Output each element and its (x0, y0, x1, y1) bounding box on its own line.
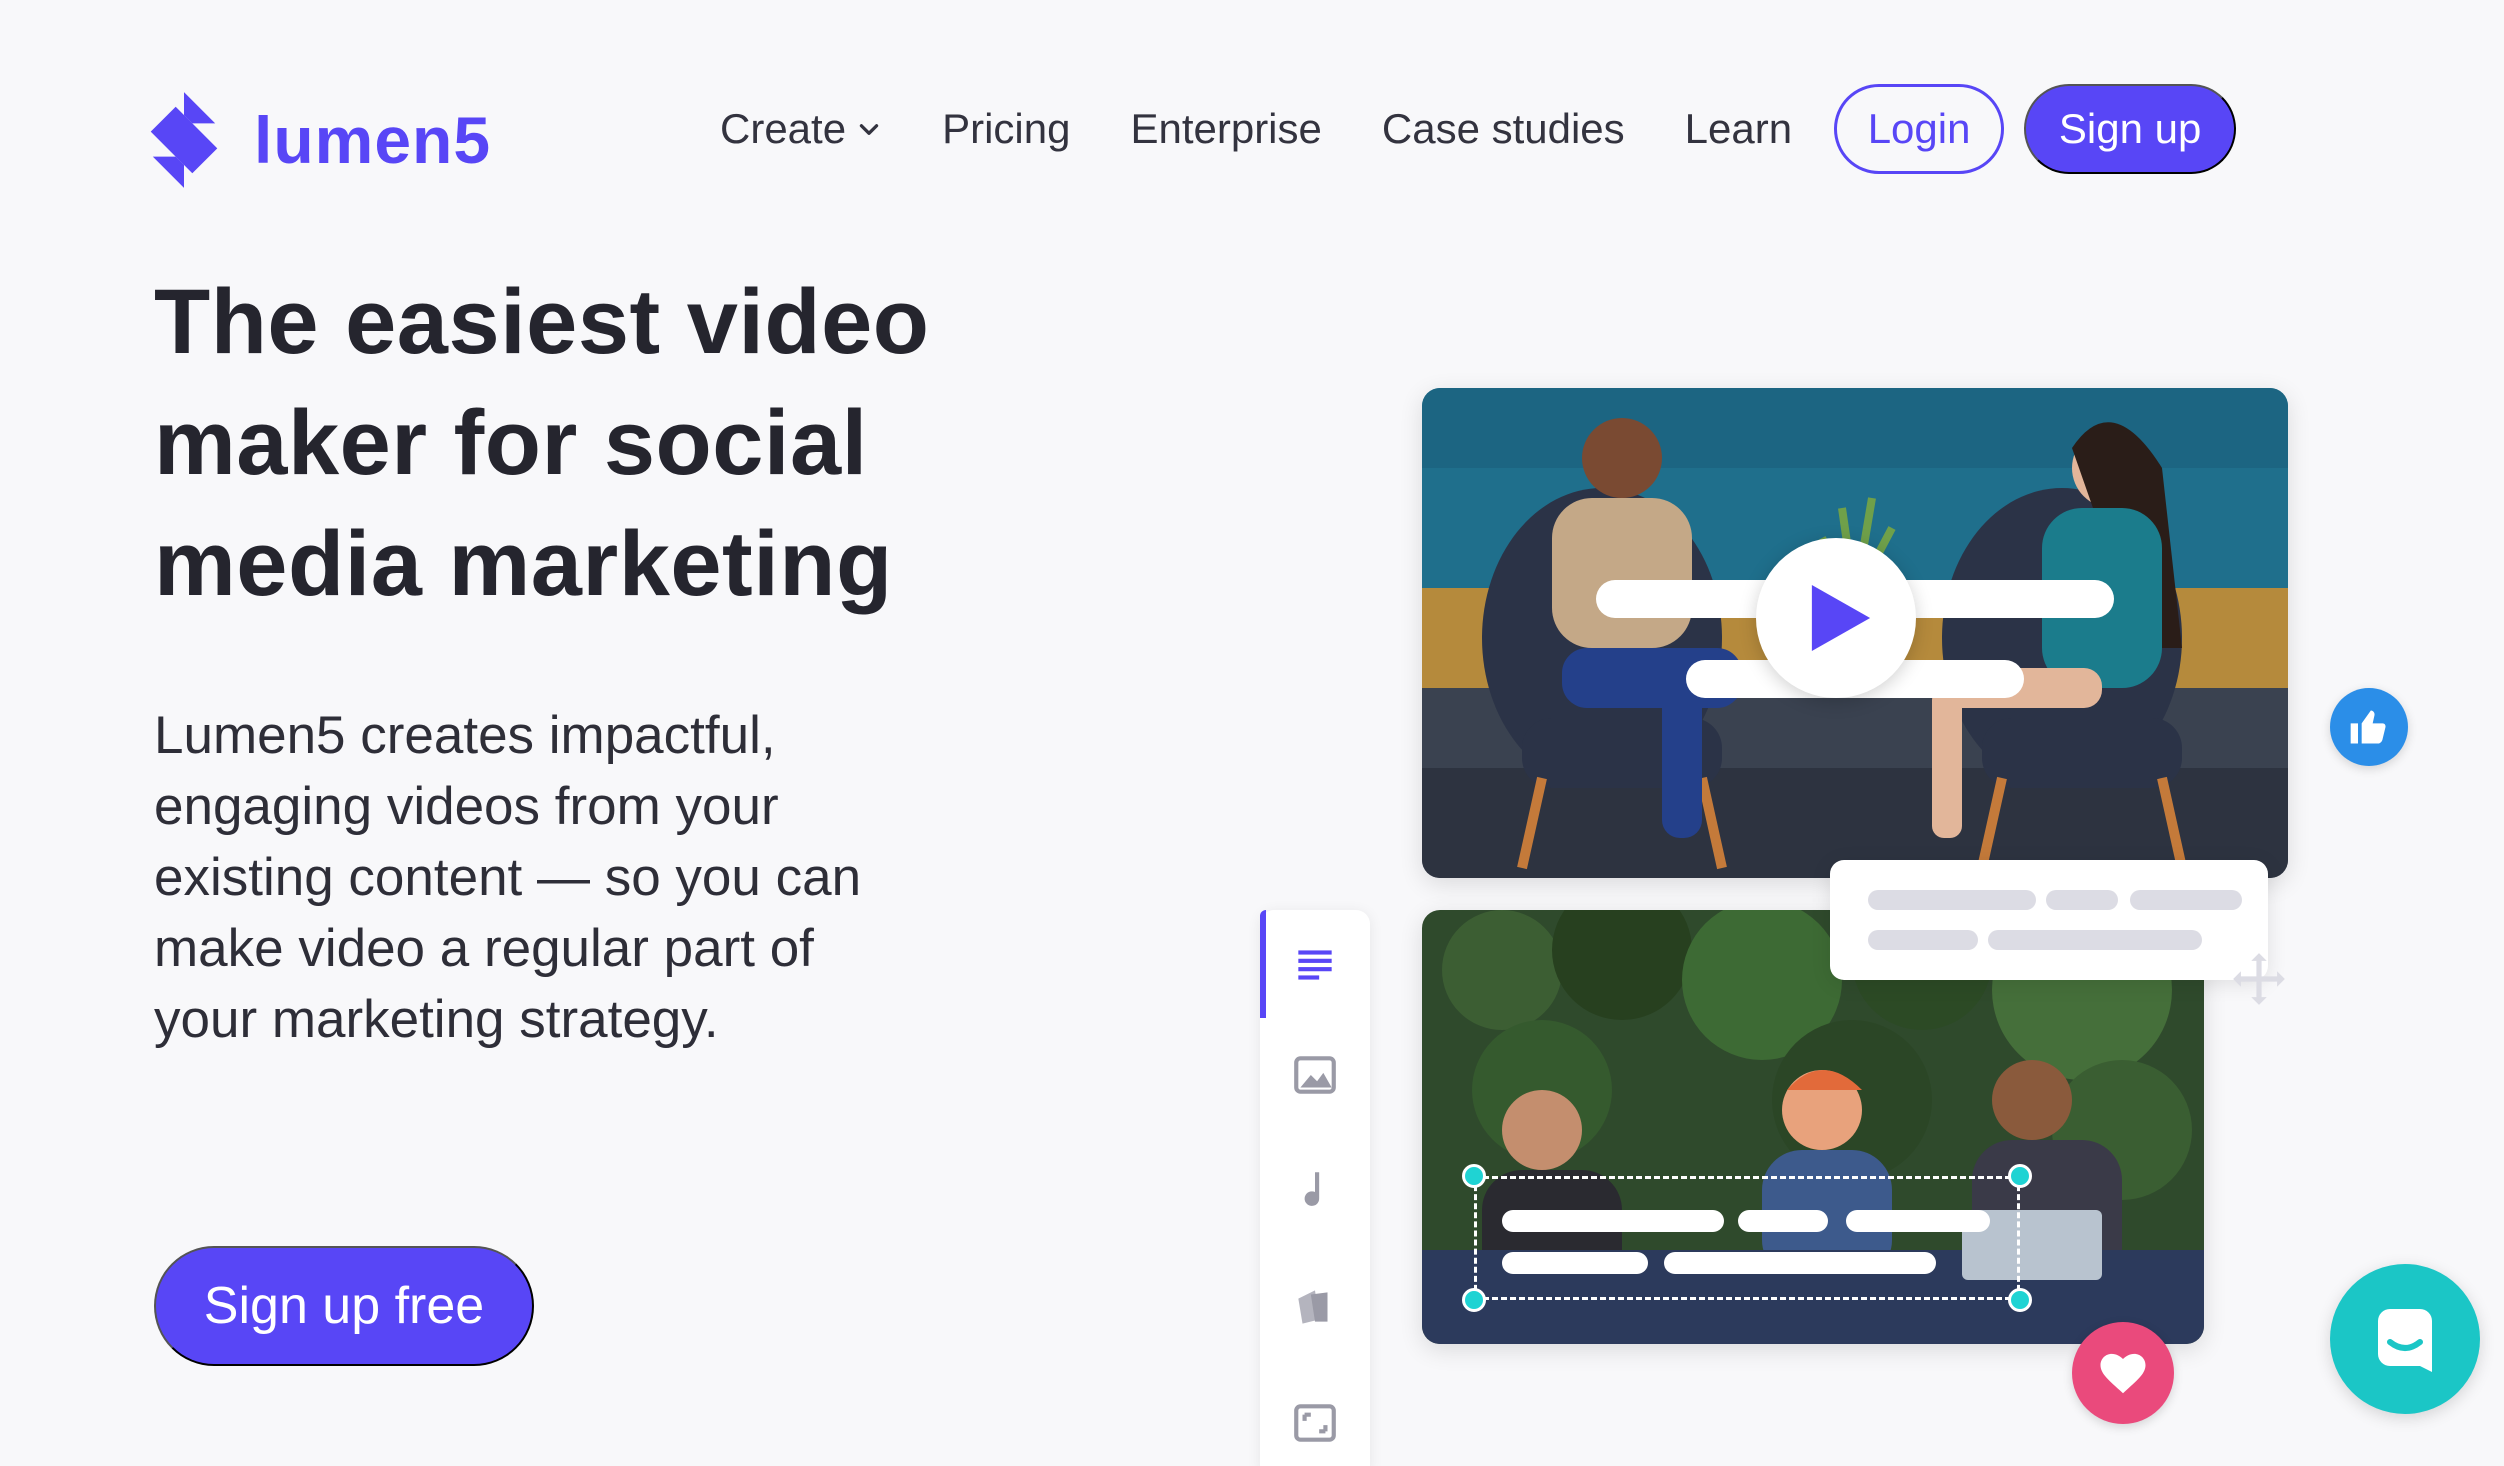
scene-caption-bar-5 (1664, 1252, 1936, 1274)
move-arrows-icon[interactable] (2228, 948, 2290, 1010)
resize-handle-top-left[interactable] (1462, 1164, 1486, 1188)
text-placeholder-line (2046, 890, 2118, 910)
nav-enterprise[interactable]: Enterprise (1130, 105, 1321, 153)
signup-free-button[interactable]: Sign up free (154, 1246, 534, 1366)
text-lines-icon[interactable] (1290, 940, 1340, 990)
heart-badge (2072, 1322, 2174, 1424)
chevron-down-icon (859, 124, 879, 135)
scene-caption-bar-2 (1738, 1210, 1828, 1232)
thumbs-up-badge (2330, 688, 2408, 766)
text-selection-box[interactable] (1474, 1176, 2020, 1300)
text-block-card[interactable] (1830, 860, 2268, 980)
text-placeholder-line (1988, 930, 2202, 950)
text-placeholder-line (1868, 930, 1978, 950)
image-icon[interactable] (1290, 1050, 1340, 1100)
login-button[interactable]: Login (1834, 84, 2005, 174)
scene-caption-bar-4 (1502, 1252, 1648, 1274)
resize-frame-icon[interactable] (1290, 1398, 1340, 1448)
hero-description: Lumen5 creates impactful, engaging video… (154, 706, 862, 1049)
main-nav: Create Pricing Enterprise Case studies L… (720, 84, 2237, 174)
resize-handle-bottom-right[interactable] (2008, 1288, 2032, 1312)
lumen5-wordmark: lumen5 (254, 103, 492, 177)
play-icon (1811, 585, 1871, 651)
nav-pricing[interactable]: Pricing (942, 105, 1070, 153)
music-note-icon[interactable] (1290, 1166, 1340, 1216)
nav-create[interactable]: Create (720, 105, 882, 153)
signup-button[interactable]: Sign up (2024, 84, 2237, 174)
heart-icon (2100, 1353, 2146, 1394)
play-button[interactable] (1756, 538, 1916, 698)
chat-icon (2378, 1309, 2432, 1372)
lumen5-logo[interactable]: lumen5 (132, 88, 491, 192)
scene-caption-bar-3 (1846, 1210, 1990, 1232)
nav-create-label: Create (720, 105, 847, 152)
nav-case-studies[interactable]: Case studies (1382, 105, 1625, 153)
resize-handle-bottom-left[interactable] (1462, 1288, 1486, 1312)
scene-caption-bar-1 (1502, 1210, 1724, 1232)
nav-learn[interactable]: Learn (1685, 105, 1792, 153)
lumen5-logo-icon (150, 92, 218, 188)
chat-support-button[interactable] (2330, 1264, 2480, 1414)
text-placeholder-line (1868, 890, 2036, 910)
thumbs-up-icon (2350, 710, 2386, 744)
resize-handle-top-right[interactable] (2008, 1164, 2032, 1188)
hero-title: The easiest video maker for social media… (154, 271, 930, 615)
text-placeholder-line (2130, 890, 2242, 910)
editor-sidebar (1260, 910, 1370, 1466)
active-tab-indicator (1260, 910, 1266, 1018)
color-swatches-icon[interactable] (1290, 1282, 1340, 1332)
